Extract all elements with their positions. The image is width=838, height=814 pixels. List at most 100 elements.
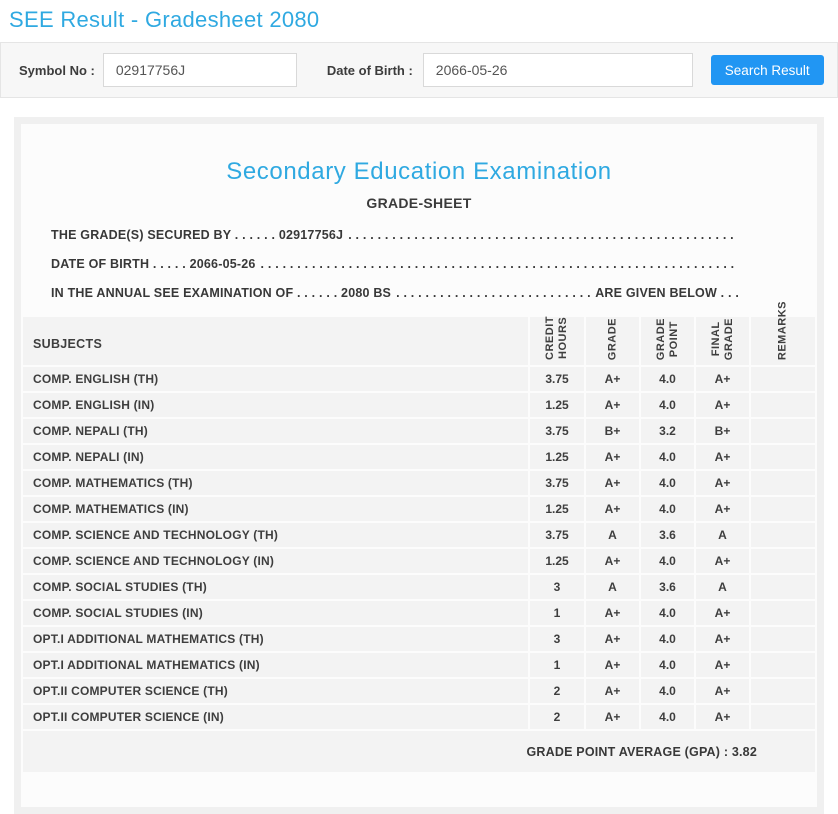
- header-final-grade: FINAL GRADE: [694, 315, 751, 367]
- table-row: COMP. NEPALI (IN) 1.25 A+ 4.0 A+: [21, 443, 817, 471]
- grade-cell: A+: [584, 391, 641, 419]
- credit-hours-cell: 1.25: [528, 547, 586, 575]
- search-result-button[interactable]: Search Result: [710, 55, 824, 85]
- grade-point-cell: 4.0: [639, 391, 696, 419]
- grade-point-cell: 4.0: [639, 443, 696, 471]
- final-grade-cell: A+: [694, 365, 751, 393]
- credit-hours-cell: 2: [528, 677, 586, 705]
- search-panel: Symbol No : Date of Birth : Search Resul…: [0, 42, 838, 98]
- table-row: COMP. SOCIAL STUDIES (IN) 1 A+ 4.0 A+: [21, 599, 817, 627]
- grade-point-cell: 4.0: [639, 677, 696, 705]
- grade-cell: A+: [584, 677, 641, 705]
- subject-cell: COMP. ENGLISH (TH): [21, 365, 530, 393]
- remarks-cell: [749, 391, 817, 419]
- grade-cell: A+: [584, 703, 641, 731]
- table-header-row: SUBJECTS CREDIT HOURS GRADE GRADE POINT …: [21, 301, 817, 367]
- final-grade-cell: A+: [694, 677, 751, 705]
- gpa-row: GRADE POINT AVERAGE (GPA) : 3.82: [21, 729, 817, 774]
- credit-hours-cell: 3.75: [528, 417, 586, 445]
- dot-leader: . . . . . . . . . . . . . . . . . . . . …: [348, 228, 734, 242]
- subject-cell: COMP. SOCIAL STUDIES (TH): [21, 573, 530, 601]
- final-grade-cell: A+: [694, 495, 751, 523]
- remarks-cell: [749, 573, 817, 601]
- dot-leader: . . . . . . . . . . . . . . . . . . . . …: [396, 286, 590, 300]
- remarks-cell: [749, 625, 817, 653]
- final-grade-cell: A: [694, 573, 751, 601]
- header-subjects: SUBJECTS: [21, 315, 530, 367]
- subject-cell: COMP. SCIENCE AND TECHNOLOGY (TH): [21, 521, 530, 549]
- grade-point-cell: 3.2: [639, 417, 696, 445]
- remarks-cell: [749, 417, 817, 445]
- exam-heading: Secondary Education Examination: [226, 158, 612, 185]
- info-line: IN THE ANNUAL SEE EXAMINATION OF . . . .…: [51, 286, 739, 300]
- gpa-value: GRADE POINT AVERAGE (GPA) : 3.82: [21, 729, 817, 774]
- remarks-cell: [749, 469, 817, 497]
- credit-hours-cell: 1: [528, 599, 586, 627]
- subject-cell: OPT.I ADDITIONAL MATHEMATICS (TH): [21, 625, 530, 653]
- table-row: COMP. NEPALI (TH) 3.75 B+ 3.2 B+: [21, 417, 817, 445]
- symbol-no-input[interactable]: [102, 53, 297, 87]
- info-lines: THE GRADE(S) SECURED BY . . . . . . 0291…: [21, 228, 817, 315]
- grade-cell: A+: [584, 547, 641, 575]
- grade-cell: A+: [584, 651, 641, 679]
- header-grade: GRADE: [584, 315, 641, 367]
- subject-cell: COMP. NEPALI (IN): [21, 443, 530, 471]
- subject-cell: COMP. NEPALI (TH): [21, 417, 530, 445]
- grade-cell: A+: [584, 443, 641, 471]
- grade-cell: A+: [584, 495, 641, 523]
- remarks-cell: [749, 677, 817, 705]
- grade-point-cell: 4.0: [639, 495, 696, 523]
- subject-cell: COMP. ENGLISH (IN): [21, 391, 530, 419]
- final-grade-cell: A+: [694, 651, 751, 679]
- credit-hours-cell: 3.75: [528, 365, 586, 393]
- credit-hours-cell: 1.25: [528, 495, 586, 523]
- info-line: THE GRADE(S) SECURED BY . . . . . . 0291…: [51, 228, 734, 242]
- table-row: COMP. MATHEMATICS (TH) 3.75 A+ 4.0 A+: [21, 469, 817, 497]
- gradesheet-subheading: GRADE-SHEET: [366, 195, 472, 211]
- grade-point-cell: 4.0: [639, 365, 696, 393]
- subject-cell: COMP. MATHEMATICS (TH): [21, 469, 530, 497]
- credit-hours-cell: 3.75: [528, 521, 586, 549]
- final-grade-cell: A+: [694, 443, 751, 471]
- subject-cell: COMP. MATHEMATICS (IN): [21, 495, 530, 523]
- dot-leader: . . . . . . . . . . . . . . . . . . . . …: [260, 257, 734, 271]
- header-grade-point: GRADE POINT: [639, 315, 696, 367]
- remarks-cell: [749, 365, 817, 393]
- grade-point-cell: 4.0: [639, 469, 696, 497]
- credit-hours-cell: 3: [528, 625, 586, 653]
- header-remarks: REMARKS: [749, 301, 817, 367]
- table-row: COMP. SCIENCE AND TECHNOLOGY (TH) 3.75 A…: [21, 521, 817, 549]
- grade-cell: A: [584, 573, 641, 601]
- credit-hours-cell: 1.25: [528, 391, 586, 419]
- subject-cell: OPT.II COMPUTER SCIENCE (TH): [21, 677, 530, 705]
- credit-hours-cell: 3.75: [528, 469, 586, 497]
- grades-table: SUBJECTS CREDIT HOURS GRADE GRADE POINT …: [21, 301, 817, 774]
- credit-hours-cell: 1.25: [528, 443, 586, 471]
- table-row: COMP. ENGLISH (IN) 1.25 A+ 4.0 A+: [21, 391, 817, 419]
- final-grade-cell: A+: [694, 391, 751, 419]
- date-of-birth-label: Date of Birth :: [326, 62, 413, 78]
- grade-cell: A+: [584, 365, 641, 393]
- grade-point-cell: 4.0: [639, 599, 696, 627]
- grade-cell: A+: [584, 469, 641, 497]
- final-grade-cell: A+: [694, 469, 751, 497]
- remarks-cell: [749, 521, 817, 549]
- table-row: COMP. SOCIAL STUDIES (TH) 3 A 3.6 A: [21, 573, 817, 601]
- remarks-cell: [749, 495, 817, 523]
- subject-cell: OPT.II COMPUTER SCIENCE (IN): [21, 703, 530, 731]
- subject-cell: COMP. SCIENCE AND TECHNOLOGY (IN): [21, 547, 530, 575]
- subject-cell: OPT.I ADDITIONAL MATHEMATICS (IN): [21, 651, 530, 679]
- table-row: COMP. MATHEMATICS (IN) 1.25 A+ 4.0 A+: [21, 495, 817, 523]
- final-grade-cell: A+: [694, 625, 751, 653]
- grade-point-cell: 3.6: [639, 521, 696, 549]
- remarks-cell: [749, 547, 817, 575]
- grade-cell: A+: [584, 625, 641, 653]
- date-of-birth-input[interactable]: [422, 53, 693, 87]
- final-grade-cell: A+: [694, 599, 751, 627]
- credit-hours-cell: 3: [528, 573, 586, 601]
- remarks-cell: [749, 703, 817, 731]
- table-row: OPT.I ADDITIONAL MATHEMATICS (IN) 1 A+ 4…: [21, 651, 817, 679]
- final-grade-cell: A+: [694, 703, 751, 731]
- info-line: DATE OF BIRTH . . . . . 2066-05-26 . . .…: [51, 257, 734, 271]
- final-grade-cell: A+: [694, 547, 751, 575]
